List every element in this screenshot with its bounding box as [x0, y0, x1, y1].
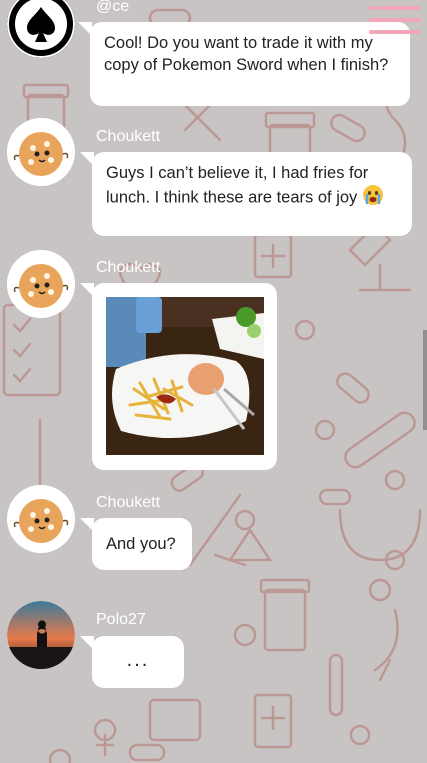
- crying-face-emoji: [362, 184, 384, 212]
- message-text: And you?: [106, 535, 176, 553]
- message-bubble[interactable]: Guys I can’t believe it, I had fries for…: [80, 152, 412, 236]
- message-bubble[interactable]: [80, 283, 277, 470]
- sender-name: Choukett: [96, 259, 161, 276]
- sender-name: Choukett: [96, 128, 161, 145]
- fries-lunch-photo[interactable]: [106, 297, 264, 455]
- sunset-silhouette-avatar-icon[interactable]: [7, 601, 75, 669]
- message-bubble[interactable]: And you?: [80, 518, 192, 570]
- message-text: ...: [126, 649, 150, 671]
- sender-name: @ce: [96, 0, 130, 15]
- cookie-avatar-icon[interactable]: [7, 250, 75, 318]
- message-bubble[interactable]: Cool! Do you want to trade it with my co…: [78, 22, 410, 106]
- sender-name: Choukett: [96, 494, 161, 511]
- message-text: Cool! Do you want to trade it with my co…: [104, 34, 389, 74]
- hamburger-menu-icon[interactable]: [369, 6, 421, 44]
- scrollbar[interactable]: [423, 330, 427, 430]
- message-bubble[interactable]: ...: [80, 636, 184, 688]
- message-text: Guys I can’t believe it, I had fries for…: [106, 164, 369, 207]
- sender-name: Polo27: [96, 611, 146, 628]
- cookie-avatar-icon[interactable]: [7, 118, 75, 186]
- cookie-avatar-icon[interactable]: [7, 485, 75, 553]
